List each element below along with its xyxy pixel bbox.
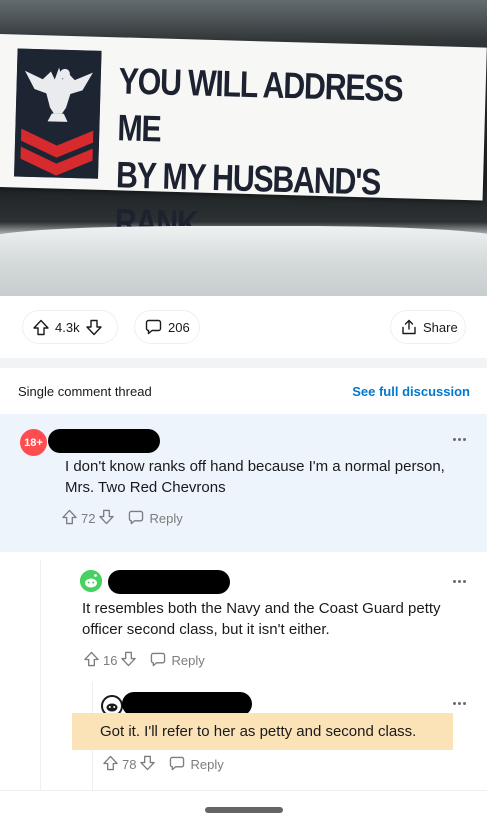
share-label: Share [423,319,458,335]
more-dots-icon[interactable] [449,434,469,444]
reply-button[interactable]: Reply [169,756,224,774]
reply-label: Reply [190,757,224,772]
rank-insignia-icon [14,48,102,179]
bottom-divider [0,790,487,791]
see-full-discussion-link[interactable]: See full discussion [352,384,470,399]
redacted-username [108,570,230,594]
upvote-count: 4.3k [55,319,80,335]
upvote-icon[interactable] [62,509,77,528]
car-trunk [0,226,487,296]
upvote-icon[interactable] [33,319,49,336]
reply-label: Reply [149,511,183,526]
home-indicator[interactable] [205,807,283,813]
speech-bubble-icon [145,319,162,335]
vote-count: 72 [81,511,96,526]
more-dots-icon[interactable] [449,698,469,708]
comment-actions: 78 Reply [103,755,224,774]
more-dots-icon[interactable] [449,576,469,586]
rear-window [0,0,487,40]
vote-count: 78 [122,757,137,772]
redacted-username [48,429,160,453]
bumper-sticker: YOU WILL ADDRESS ME BY MY HUSBAND'S RANK [0,34,487,245]
speech-bubble-icon [128,510,144,528]
thread-title: Single comment thread [18,384,152,399]
downvote-icon[interactable] [121,651,137,670]
comment-count: 206 [168,319,190,335]
section-divider [0,358,487,368]
downvote-icon[interactable] [99,509,115,528]
reply-button[interactable]: Reply [150,652,205,670]
upvote-icon[interactable] [103,755,118,774]
post-image[interactable]: YOU WILL ADDRESS ME BY MY HUSBAND'S RANK [0,0,487,296]
sticker-slogan: YOU WILL ADDRESS ME BY MY HUSBAND'S RANK [114,60,403,245]
reply-label: Reply [171,653,205,668]
avatar[interactable]: 18+ [20,429,47,456]
comment-actions: 16 Reply [84,651,205,670]
thread-header: Single comment thread See full discussio… [0,368,487,414]
comments-button[interactable]: 206 [134,310,200,344]
speech-bubble-icon [150,652,166,670]
vote-pill: 4.3k [22,310,118,344]
comment-text: It resembles both the Navy and the Coast… [82,600,441,638]
comment-text: I don't know ranks off hand because I'm … [65,458,445,496]
thread-line[interactable] [40,560,41,790]
avatar[interactable] [80,570,102,592]
share-icon [401,319,417,335]
comment-text: Got it. I'll refer to her as petty and s… [100,723,417,740]
downvote-icon[interactable] [140,755,156,774]
reply-button[interactable]: Reply [128,510,183,528]
vote-count: 16 [103,653,118,668]
post-action-bar: 4.3k 206 Share [0,296,487,358]
downvote-icon[interactable] [85,319,102,336]
comment-actions: 72 Reply [62,509,183,528]
speech-bubble-icon [169,756,185,774]
upvote-icon[interactable] [84,651,99,670]
share-button[interactable]: Share [390,310,466,344]
